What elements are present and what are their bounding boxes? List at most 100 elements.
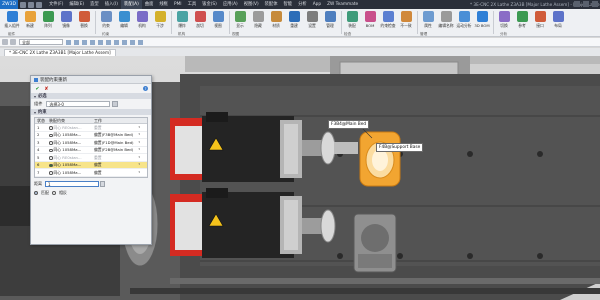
dropdown-arrow-icon[interactable]: ▾: [138, 154, 140, 161]
menu-item[interactable]: 工具: [185, 0, 200, 9]
ribbon-button[interactable]: 阵列: [40, 11, 56, 32]
radio-opposite[interactable]: [52, 190, 56, 195]
support-bore: [361, 224, 389, 252]
ribbon-button[interactable]: 约束检查: [380, 11, 396, 32]
ribbon-button[interactable]: 重建: [286, 11, 302, 32]
close-icon[interactable]: [592, 1, 598, 7]
select-icon[interactable]: [10, 39, 16, 45]
ribbon-separator: [417, 11, 418, 34]
ribbon-button[interactable]: 视图: [210, 11, 226, 32]
menu-item[interactable]: 装配体: [262, 0, 281, 9]
minimize-icon[interactable]: [574, 1, 580, 7]
status-icon[interactable]: [49, 141, 53, 145]
menu-item[interactable]: 文件(F): [46, 0, 66, 9]
ribbon-button[interactable]: 布局: [550, 11, 566, 32]
center-icon[interactable]: [98, 39, 103, 45]
edge-icon[interactable]: [82, 39, 87, 45]
ribbon-tool-icon: [136, 11, 148, 22]
ribbon-button[interactable]: 装配: [344, 11, 360, 32]
radio-match[interactable]: [34, 190, 38, 195]
ribbon-button[interactable]: 剖切: [192, 11, 208, 32]
ribbon-button[interactable]: 3D BOM: [474, 11, 490, 32]
midpoint-icon[interactable]: [106, 39, 111, 45]
face-icon[interactable]: [90, 39, 95, 45]
ribbon-button-label: 新建: [26, 23, 34, 28]
ribbon-button[interactable]: 显示: [232, 11, 248, 32]
sequence-section-header[interactable]: ▾ 约束: [31, 109, 151, 115]
ribbon-button[interactable]: 插入组件: [4, 11, 20, 32]
table-row[interactable]: 7 同心 1058Ma... 偏置 ▾: [35, 169, 147, 177]
spinner-icon[interactable]: [100, 180, 105, 187]
dropdown-arrow-icon[interactable]: ▾: [138, 124, 140, 131]
menu-item[interactable]: 装配(A): [120, 0, 142, 9]
callout-main-bed[interactable]: F3B4@Main Bed: [328, 120, 370, 129]
menu-item[interactable]: 应用(A): [220, 0, 241, 9]
ribbon-button[interactable]: 接口: [532, 11, 548, 32]
menu-item[interactable]: 智能: [281, 0, 296, 9]
menu-item[interactable]: 视图(V): [241, 0, 262, 9]
menu-item[interactable]: PMI: [171, 0, 185, 9]
ribbon-button[interactable]: 参考: [514, 11, 530, 32]
filter-select[interactable]: 全部: [19, 39, 63, 45]
app-logo[interactable]: ZW3D: [0, 0, 18, 9]
pick-filter-icon[interactable]: [2, 39, 8, 45]
ribbon-button[interactable]: 隐藏: [250, 11, 266, 32]
maximize-icon[interactable]: [583, 1, 589, 7]
dropdown-arrow-icon[interactable]: ▾: [138, 139, 140, 146]
callout-support-base[interactable]: F4B@Support Base: [376, 143, 424, 152]
status-icon[interactable]: [49, 126, 53, 130]
save-icon[interactable]: [20, 1, 26, 8]
ribbon-button[interactable]: 编辑: [116, 11, 132, 32]
dropdown-arrow-icon[interactable]: ▾: [138, 146, 140, 153]
ribbon-button[interactable]: 管理: [322, 11, 338, 32]
snap-icon[interactable]: [66, 39, 71, 45]
ribbon-button[interactable]: 约束: [98, 11, 114, 32]
status-icon[interactable]: [49, 171, 53, 175]
ribbon-button[interactable]: 干涉: [152, 11, 168, 32]
component-field[interactable]: 选择3-0: [46, 101, 111, 107]
distance-input[interactable]: 1: [45, 180, 99, 187]
ribbon-button[interactable]: 设置: [304, 11, 320, 32]
ribbon-button[interactable]: 不一致: [398, 11, 414, 32]
ok-button[interactable]: ✔: [34, 86, 41, 92]
menu-item[interactable]: 线框: [156, 0, 171, 9]
menu-item[interactable]: 钣金(S): [199, 0, 220, 9]
menu-item[interactable]: 曲面: [142, 0, 157, 9]
dropdown-arrow-icon[interactable]: ▾: [138, 169, 140, 176]
ribbon-button[interactable]: 爆炸: [174, 11, 190, 32]
ribbon-button[interactable]: 机构: [134, 11, 150, 32]
menu-item[interactable]: 分析: [295, 0, 310, 9]
ribbon-button[interactable]: BOM: [362, 11, 378, 32]
dropdown-arrow-icon[interactable]: ▾: [138, 161, 140, 168]
redo-icon[interactable]: [36, 1, 42, 8]
ribbon-button[interactable]: 替换: [76, 11, 92, 32]
shade-icon[interactable]: [138, 39, 143, 45]
ribbon-button[interactable]: 运动分析: [456, 11, 472, 32]
ribbon-button[interactable]: 编辑名称: [438, 11, 454, 32]
view-icon[interactable]: [122, 39, 127, 45]
menu-item[interactable]: App: [310, 0, 324, 9]
help-icon[interactable]: ?: [143, 86, 148, 91]
status-icon[interactable]: [49, 156, 53, 160]
display-icon[interactable]: [130, 39, 135, 45]
ribbon-group-label: 组件: [8, 32, 16, 36]
menu-item[interactable]: ZW Teammate: [324, 0, 361, 9]
ribbon-button[interactable]: 切换: [496, 11, 512, 32]
status-icon[interactable]: [49, 148, 53, 152]
status-icon[interactable]: [49, 163, 53, 167]
dropdown-arrow-icon[interactable]: ▾: [138, 131, 140, 138]
ribbon-button[interactable]: 材质: [268, 11, 284, 32]
grid-icon[interactable]: [114, 39, 119, 45]
ribbon-button[interactable]: 新建: [22, 11, 38, 32]
point-icon[interactable]: [74, 39, 79, 45]
ribbon-button[interactable]: 镜像: [58, 11, 74, 32]
menu-item[interactable]: 编辑(E): [66, 0, 87, 9]
tab-document[interactable]: * 3E-CNC 2X Lathe Z3A3B1 [Major Lathe As…: [4, 49, 116, 56]
menu-item[interactable]: 插入(I): [102, 0, 121, 9]
undo-icon[interactable]: [28, 1, 34, 8]
ribbon-button[interactable]: 属性: [420, 11, 436, 32]
cancel-button[interactable]: ✘: [43, 86, 50, 92]
status-icon[interactable]: [49, 133, 53, 137]
menu-item[interactable]: 造型: [87, 0, 102, 9]
component-pick-button[interactable]: [112, 101, 119, 107]
